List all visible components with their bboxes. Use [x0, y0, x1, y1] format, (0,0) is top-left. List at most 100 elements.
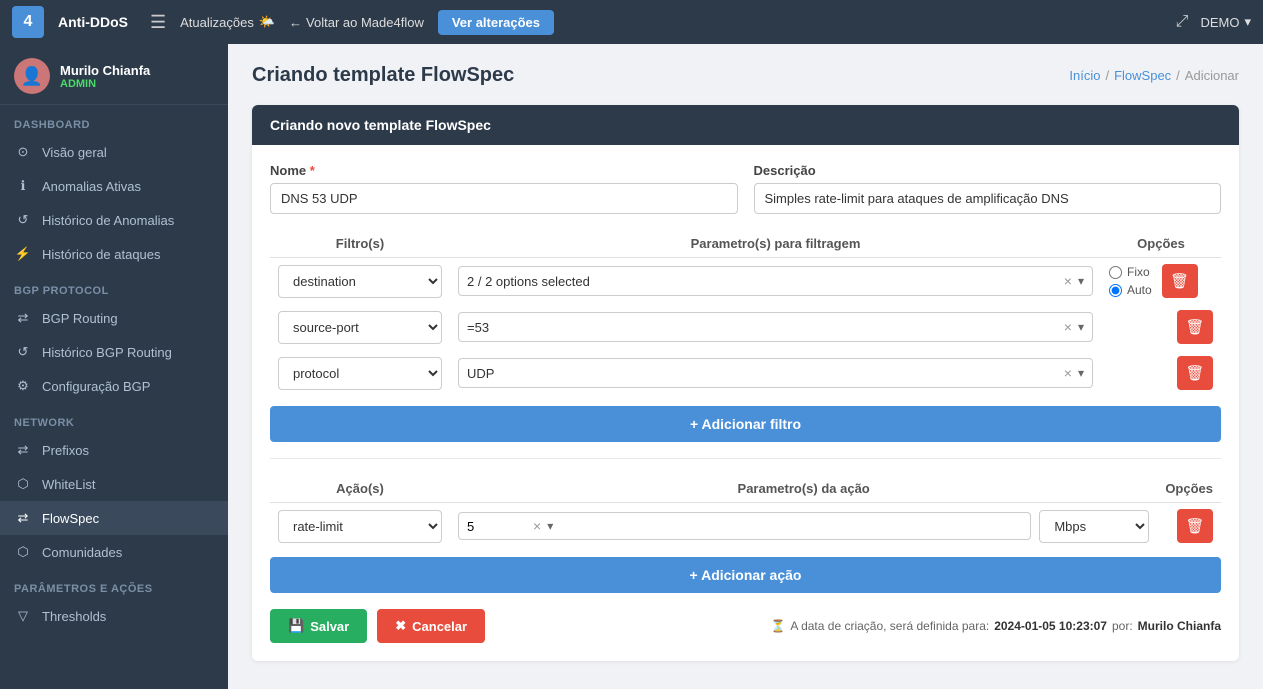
sidebar-item-whitelist[interactable]: ⬡ WhiteList [0, 467, 228, 501]
expand-icon[interactable]: ⤢ [1176, 13, 1189, 31]
filter-row-2: destination source-port protocol =53 × ▾ [270, 304, 1221, 350]
filter-row-3: destination source-port protocol UDP × ▾ [270, 350, 1221, 396]
action-1-delete-button[interactable]: 🗑 [1177, 509, 1213, 543]
actions-col1-header: Ação(s) [270, 475, 450, 503]
sidebar-item-comunidades[interactable]: ⬡ Comunidades [0, 535, 228, 569]
filter-1-fixo-radio[interactable]: Fixo [1109, 265, 1152, 279]
footer-date: 2024-01-05 10:23:07 [994, 619, 1107, 633]
sidebar-item-flowspec[interactable]: ⇄ FlowSpec [0, 501, 228, 535]
breadcrumb: Início / FlowSpec / Adicionar [1069, 68, 1239, 83]
filter-1-multiselect-value: 2 / 2 options selected [467, 274, 1058, 289]
sidebar-item-historico-bgp[interactable]: ↺ Histórico BGP Routing [0, 335, 228, 369]
trash2-icon: 🗑 [1185, 318, 1204, 336]
filter-3-clear-icon[interactable]: × [1064, 365, 1072, 381]
action-1-chevron-icon[interactable]: ▾ [547, 519, 553, 533]
sidebar-item-visao-geral[interactable]: ⊙ Visão geral [0, 135, 228, 169]
threshold-icon: ▽ [14, 607, 32, 625]
filter-3-param-cell: UDP × ▾ [450, 350, 1101, 396]
route-icon: ⇄ [14, 309, 32, 327]
hamburger-icon[interactable]: ☰ [150, 12, 166, 33]
hex-icon: ⬡ [14, 475, 32, 493]
flow-icon: ⇄ [14, 509, 32, 527]
cancel-icon: ✖ [395, 618, 406, 634]
main-card: Criando novo template FlowSpec Nome * De… [252, 105, 1239, 661]
action-1-clear-icon[interactable]: × [533, 518, 541, 534]
actions-col3-header: Opções [1157, 475, 1221, 503]
filter-2-clear-icon[interactable]: × [1064, 319, 1072, 335]
action-1-param-cell: × ▾ Mbps Kbps bps pps Kpps [450, 503, 1157, 550]
action-1-value-input[interactable] [467, 519, 527, 534]
filters-col1-header: Filtro(s) [270, 230, 450, 258]
action-1-value-wrapper: × ▾ [458, 512, 1031, 540]
filter-1-auto-radio[interactable]: Auto [1109, 283, 1152, 297]
prefix-icon: ⇄ [14, 441, 32, 459]
filter-1-clear-icon[interactable]: × [1064, 273, 1072, 289]
section-dashboard: Dashboard [0, 105, 228, 135]
user-role: ADMIN [60, 78, 150, 90]
layout: 👤 Murilo Chianfa ADMIN Dashboard ⊙ Visão… [0, 44, 1263, 689]
sidebar-item-historico-anomalias[interactable]: ↺ Histórico de Anomalias [0, 203, 228, 237]
footer-info: ⏳ A data de criação, será definida para:… [770, 619, 1221, 633]
desc-input[interactable] [754, 183, 1222, 214]
info-icon: ℹ [14, 177, 32, 195]
filter-2-select[interactable]: destination source-port protocol [278, 311, 442, 344]
action-1-unit-select[interactable]: Mbps Kbps bps pps Kpps Mpps [1039, 510, 1149, 543]
card-header: Criando novo template FlowSpec [252, 105, 1239, 145]
breadcrumb-inicio[interactable]: Início [1069, 68, 1100, 83]
demo-menu[interactable]: DEMO ▾ [1200, 14, 1251, 30]
filter-3-chevron-icon[interactable]: ▾ [1078, 366, 1084, 380]
filter-1-select[interactable]: destination source-port protocol [278, 265, 442, 298]
sidebar-item-configuracao-bgp[interactable]: ⚙ Configuração BGP [0, 369, 228, 403]
filter-1-multiselect[interactable]: 2 / 2 options selected × ▾ [458, 266, 1093, 296]
filter-1-chevron-icon[interactable]: ▾ [1078, 274, 1084, 288]
app-logo: 4 [12, 6, 44, 38]
sidebar-item-historico-ataques[interactable]: ⚡ Histórico de ataques [0, 237, 228, 271]
sidebar-item-thresholds[interactable]: ▽ Thresholds [0, 599, 228, 633]
name-input[interactable] [270, 183, 738, 214]
breadcrumb-flowspec[interactable]: FlowSpec [1114, 68, 1171, 83]
section-bgp: BGP Protocol [0, 271, 228, 301]
filter-2-value[interactable]: =53 × ▾ [458, 312, 1093, 342]
topbar-right: ⤢ DEMO ▾ [1176, 13, 1251, 31]
sidebar-item-anomalias-ativas[interactable]: ℹ Anomalias Ativas [0, 169, 228, 203]
cancel-button[interactable]: ✖ Cancelar [377, 609, 485, 643]
filter-3-delete-button[interactable]: 🗑 [1177, 356, 1213, 390]
filters-table: Filtro(s) Parametro(s) para filtragem Op… [270, 230, 1221, 396]
back-to-made4flow-btn[interactable]: ← Voltar ao Made4flow [289, 15, 424, 30]
filter-2-select-cell: destination source-port protocol [270, 304, 450, 350]
save-button[interactable]: 💾 Salvar [270, 609, 367, 643]
action-row-1: rate-limit × ▾ [270, 503, 1221, 550]
footer-user: Murilo Chianfa [1138, 619, 1221, 633]
trash-icon: 🗑 [1170, 272, 1189, 290]
username: Murilo Chianfa [60, 63, 150, 78]
section-parametros: Parâmetros e ações [0, 569, 228, 599]
add-filter-button[interactable]: + Adicionar filtro [270, 406, 1221, 442]
save-icon: 💾 [288, 618, 304, 634]
card-body: Nome * Descrição Filtro(s) [252, 145, 1239, 661]
filter-2-chevron-icon[interactable]: ▾ [1078, 320, 1084, 334]
filter-2-param-cell: =53 × ▾ [450, 304, 1101, 350]
filter-2-delete-button[interactable]: 🗑 [1177, 310, 1213, 344]
page-title: Criando template FlowSpec [252, 64, 514, 87]
filters-col2-header: Parametro(s) para filtragem [450, 230, 1101, 258]
action-1-select[interactable]: rate-limit [278, 510, 442, 543]
app-title: Anti-DDoS [58, 14, 128, 30]
filter-3-value[interactable]: UDP × ▾ [458, 358, 1093, 388]
desc-group: Descrição [754, 163, 1222, 214]
filter-1-select-cell: destination source-port protocol [270, 258, 450, 305]
sidebar-item-prefixos[interactable]: ⇄ Prefixos [0, 433, 228, 467]
filters-col3-header: Opções [1101, 230, 1221, 258]
filter-3-select[interactable]: destination source-port protocol [278, 357, 442, 390]
sidebar-item-bgp-routing[interactable]: ⇄ BGP Routing [0, 301, 228, 335]
filter-1-delete-button[interactable]: 🗑 [1162, 264, 1198, 298]
circle-icon: ⊙ [14, 143, 32, 161]
ver-alteracoes-button[interactable]: Ver alterações [438, 10, 554, 35]
filter-3-param-value: UDP [467, 366, 1058, 381]
name-group: Nome * [270, 163, 738, 214]
action-1-options-cell: 🗑 [1157, 503, 1221, 550]
lightning-icon: ⚡ [14, 245, 32, 263]
filter-2-options-cell: 🗑 [1101, 304, 1221, 350]
avatar: 👤 [14, 58, 50, 94]
filter-1-options: Fixo Auto [1109, 265, 1152, 297]
add-action-button[interactable]: + Adicionar ação [270, 557, 1221, 593]
